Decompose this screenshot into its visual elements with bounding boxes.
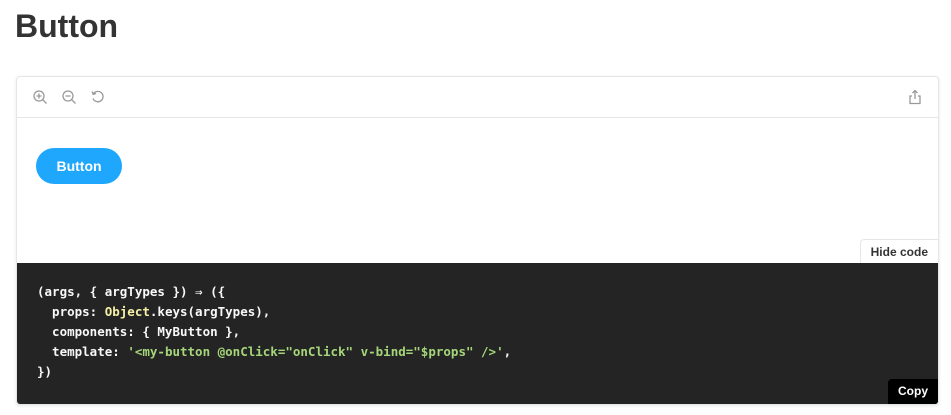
hide-code-button[interactable]: Hide code (859, 239, 938, 265)
page-title: Button (15, 8, 119, 44)
code-block: (args, { argTypes }) ⇒ ({ props: Object.… (37, 282, 511, 382)
code-line-2: props: Object.keys(argTypes), (37, 304, 271, 319)
primary-button[interactable]: Button (36, 148, 122, 184)
copy-button[interactable]: Copy (888, 379, 938, 404)
reset-zoom-icon[interactable] (87, 86, 109, 108)
code-snippet-panel: (args, { argTypes }) ⇒ ({ props: Object.… (17, 263, 938, 404)
share-icon[interactable] (904, 86, 926, 108)
code-line-3: components: { MyButton }, (37, 324, 241, 339)
story-canvas: Button (17, 118, 938, 263)
zoom-in-icon[interactable] (29, 86, 51, 108)
code-line-4: template: '<my-button @onClick="onClick"… (37, 344, 512, 359)
preview-toolbar (17, 77, 938, 118)
code-line-1: (args, { argTypes }) ⇒ ({ (37, 284, 226, 299)
story-preview-card: Button Hide code (args, { argTypes }) ⇒ … (16, 76, 939, 405)
zoom-out-icon[interactable] (58, 86, 80, 108)
code-line-5: }) (37, 364, 53, 379)
